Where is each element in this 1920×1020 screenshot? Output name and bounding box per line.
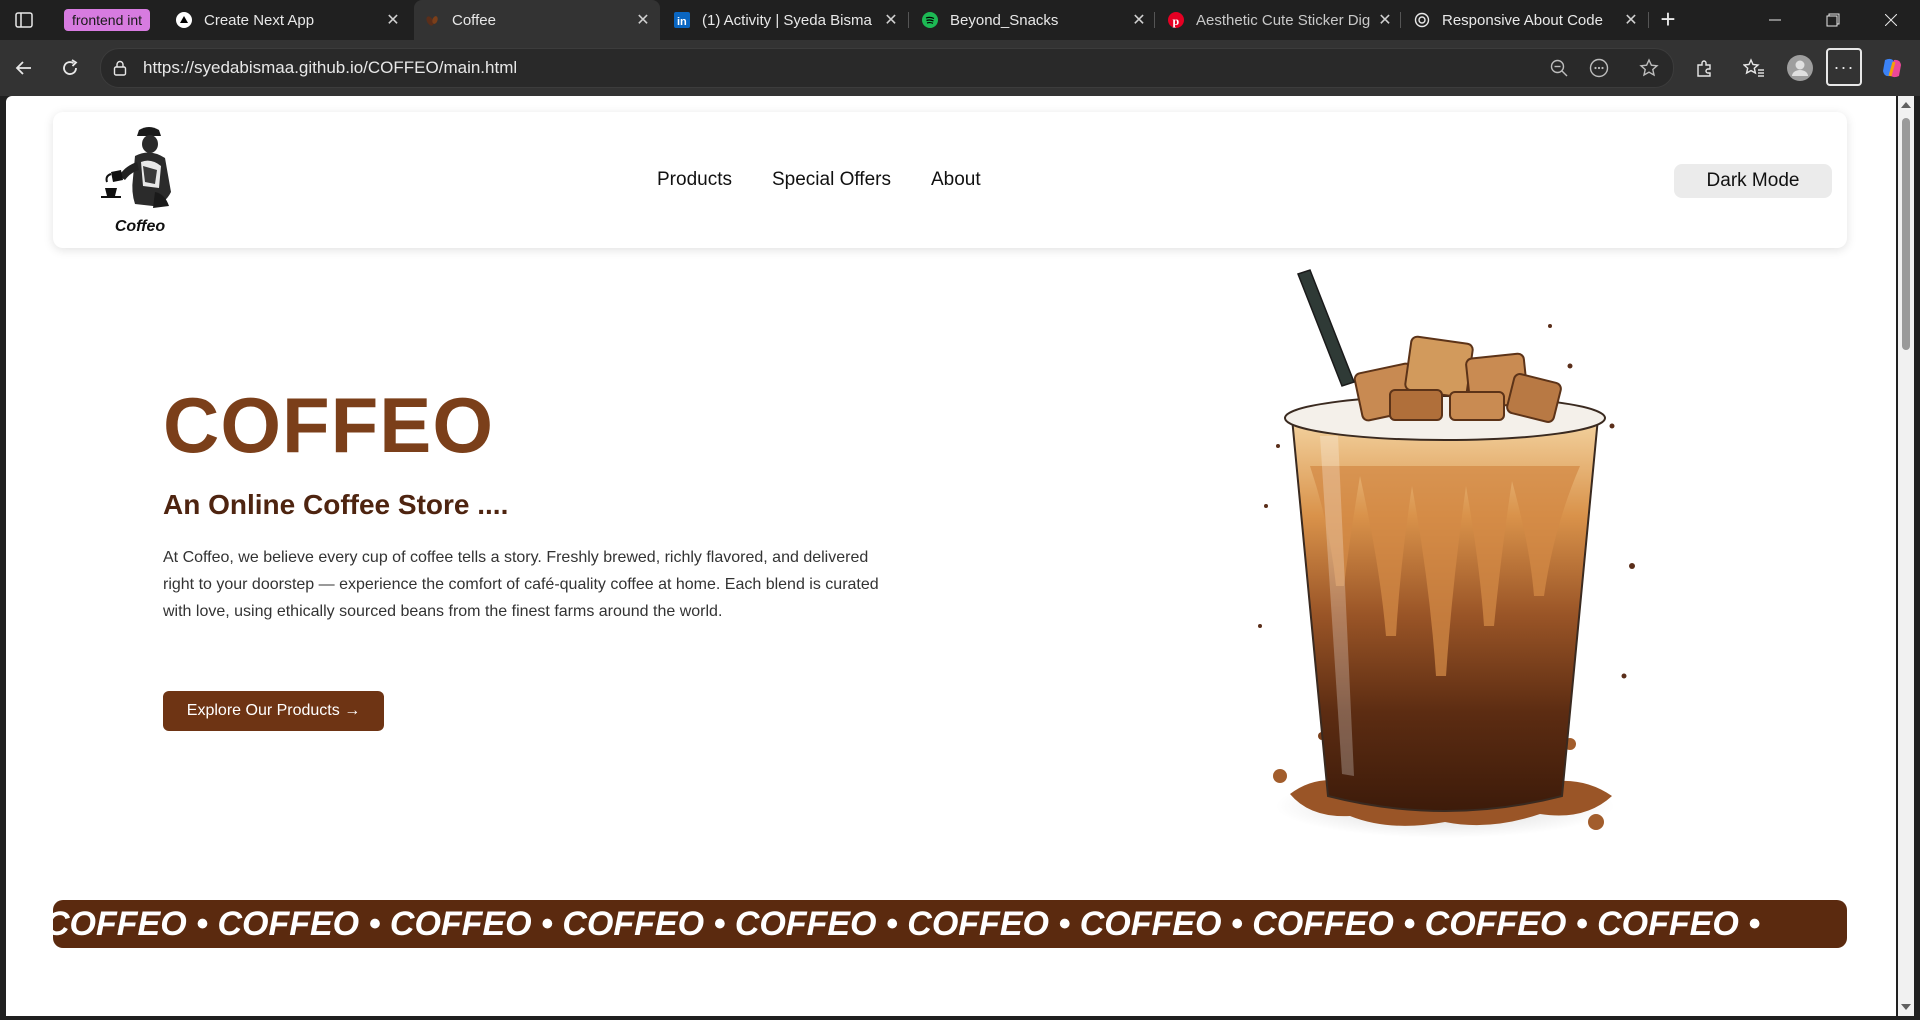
nav-links: Products Special Offers About [657, 112, 981, 248]
tab-title: Coffee [452, 11, 496, 29]
zoom-out-icon[interactable] [1549, 58, 1569, 78]
profile-avatar-icon[interactable] [1786, 54, 1814, 82]
tab-title: Aesthetic Cute Sticker Dig [1196, 11, 1371, 29]
tab-pinterest[interactable]: p Aesthetic Cute Sticker Dig ✕ [1158, 0, 1402, 40]
tab-strip: frontend int Create Next App ✕ Coffee ✕ … [0, 0, 1920, 40]
tab-separator [908, 12, 909, 28]
tab-create-next-app[interactable]: Create Next App ✕ [166, 0, 410, 40]
close-icon[interactable]: ✕ [1622, 11, 1640, 29]
hero-description: At Coffeo, we believe every cup of coffe… [163, 549, 879, 620]
minimize-icon[interactable] [1746, 0, 1804, 40]
tab-separator [1154, 12, 1155, 28]
pinterest-icon: p [1168, 12, 1184, 28]
scroll-thumb[interactable] [1902, 118, 1910, 350]
close-icon[interactable]: ✕ [384, 11, 402, 29]
tab-linkedin-activity[interactable]: in (1) Activity | Syeda Bisma ✕ [664, 0, 908, 40]
tab-actions-icon[interactable] [10, 8, 38, 32]
back-icon[interactable] [10, 54, 38, 82]
close-icon[interactable]: ✕ [1130, 11, 1148, 29]
tab-title: Responsive About Code [1442, 11, 1603, 29]
spotify-icon [922, 12, 938, 28]
tab-title: Beyond_Snacks [950, 11, 1059, 29]
linkedin-icon: in [674, 12, 690, 28]
favorite-star-icon[interactable] [1639, 58, 1659, 78]
lock-icon[interactable] [113, 60, 127, 81]
extensions-icon[interactable] [1690, 54, 1718, 82]
hero-subtitle: An Online Coffee Store .... [163, 489, 509, 520]
close-icon[interactable]: ✕ [634, 11, 652, 29]
favorites-icon[interactable] [1740, 54, 1768, 82]
site-navbar: Coffeo Products Special Offers About Dar… [53, 112, 1847, 248]
close-icon[interactable]: ✕ [882, 11, 900, 29]
triangle-icon [176, 12, 192, 28]
tab-title: (1) Activity | Syeda Bisma [702, 11, 872, 29]
scroll-down-arrow-icon[interactable] [1901, 1004, 1911, 1010]
iced-coffee-image [1258, 269, 1635, 838]
address-toolbar: https://syedabismaa.github.io/COFFEO/mai… [0, 40, 1920, 96]
page-viewport: Coffeo Products Special Offers About Dar… [6, 96, 1896, 1016]
nav-link-about[interactable]: About [931, 169, 981, 191]
marquee-banner: COFFEO • COFFEO • COFFEO • COFFEO • COFF… [53, 900, 1847, 948]
openai-icon [1414, 12, 1430, 28]
logo-text: Coffeo [114, 218, 166, 235]
tab-coffee[interactable]: Coffee ✕ [414, 0, 660, 40]
url-text[interactable]: https://syedabismaa.github.io/COFFEO/mai… [143, 49, 517, 87]
dark-mode-button[interactable]: Dark Mode [1674, 164, 1832, 198]
address-bar[interactable]: https://syedabismaa.github.io/COFFEO/mai… [100, 48, 1674, 88]
more-options-icon[interactable]: ··· [1826, 48, 1862, 86]
explore-products-button[interactable]: Explore Our Products → [163, 691, 384, 731]
scroll-up-arrow-icon[interactable] [1901, 102, 1911, 108]
close-icon[interactable]: ✕ [1376, 11, 1394, 29]
restore-icon[interactable] [1804, 0, 1862, 40]
barista-logo-icon [101, 127, 171, 208]
tab-group-label[interactable]: frontend int [64, 9, 151, 31]
tab-separator [1400, 12, 1401, 28]
svg-text:in: in [677, 16, 687, 28]
new-tab-button[interactable]: + [1654, 6, 1682, 34]
copilot-icon[interactable] [1878, 54, 1906, 82]
marquee-text: COFFEO • COFFEO • COFFEO • COFFEO • COFF… [53, 905, 1761, 943]
logo[interactable]: Coffeo [95, 122, 185, 240]
nav-link-special-offers[interactable]: Special Offers [772, 169, 891, 191]
hero-title: COFFEO [163, 381, 494, 469]
reading-mode-icon[interactable] [1589, 58, 1609, 78]
tab-separator [1648, 12, 1649, 28]
page-scrollbar[interactable] [1898, 96, 1914, 1016]
coffee-bean-icon [424, 12, 440, 28]
tab-responsive-about-code[interactable]: Responsive About Code ✕ [1404, 0, 1648, 40]
nav-link-products[interactable]: Products [657, 169, 732, 191]
close-window-icon[interactable] [1862, 0, 1920, 40]
tab-beyond-snacks[interactable]: Beyond_Snacks ✕ [912, 0, 1156, 40]
svg-text:p: p [1173, 14, 1180, 28]
tab-title: Create Next App [204, 11, 315, 29]
refresh-icon[interactable] [56, 54, 84, 82]
